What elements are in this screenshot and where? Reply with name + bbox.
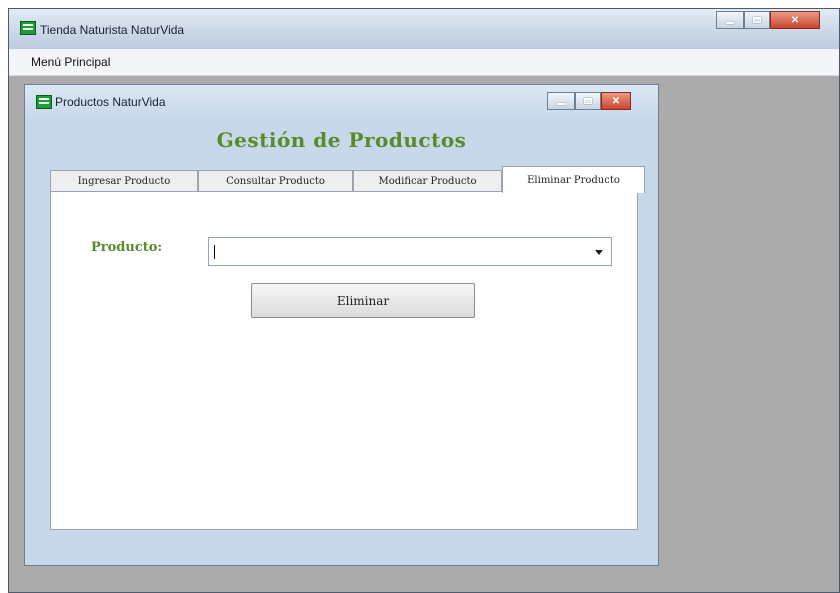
tab-modificar-producto[interactable]: Modificar Producto [353,170,502,192]
main-titlebar[interactable]: Tienda Naturista NaturVida ✕ [9,9,839,49]
tab-label: Eliminar Producto [527,174,620,186]
menu-bar: Menú Principal [9,49,839,76]
tab-panel-eliminar: Producto: Eliminar [50,191,638,530]
tab-ingresar-producto[interactable]: Ingresar Producto [50,170,198,192]
main-window-controls: ✕ [716,11,820,29]
maximize-icon [584,98,592,104]
chevron-down-icon[interactable] [595,250,603,255]
child-titlebar[interactable]: Productos NaturVida ✕ [25,85,658,119]
main-window-title: Tienda Naturista NaturVida [40,23,185,37]
tab-consultar-producto[interactable]: Consultar Producto [198,170,353,192]
text-cursor [214,245,215,259]
child-close-button[interactable]: ✕ [601,92,631,110]
close-button[interactable]: ✕ [770,11,820,29]
child-minimize-button[interactable] [547,92,575,110]
main-window: Tienda Naturista NaturVida ✕ Menú Princi… [8,8,840,593]
app-window-icon [36,95,52,109]
tab-strip: Ingresar Producto Consultar Producto Mod… [50,166,645,193]
minimize-icon [557,103,565,105]
mdi-workspace: Productos NaturVida ✕ Gestión de Product… [9,76,839,592]
delete-button-label: Eliminar [336,293,390,308]
close-icon: ✕ [611,95,621,107]
minimize-button[interactable] [716,11,744,29]
tab-eliminar-producto[interactable]: Eliminar Producto [502,166,645,193]
child-window-title: Productos NaturVida [55,95,166,109]
app-window-icon [20,21,36,35]
child-window-controls: ✕ [547,92,631,110]
product-select[interactable] [208,237,612,266]
minimize-icon [726,22,734,24]
menu-item-principal[interactable]: Menú Principal [31,55,110,69]
maximize-icon [753,17,761,23]
tab-label: Ingresar Producto [77,176,171,187]
delete-button[interactable]: Eliminar [251,283,475,318]
page-title: Gestión de Productos [216,128,467,152]
product-label: Producto: [91,240,163,255]
tab-label: Modificar Producto [378,176,477,187]
tab-label: Consultar Producto [226,176,325,187]
child-maximize-button[interactable] [575,92,601,110]
close-icon: ✕ [790,14,800,26]
maximize-button[interactable] [744,11,770,29]
child-window-productos: Productos NaturVida ✕ Gestión de Product… [24,84,659,566]
